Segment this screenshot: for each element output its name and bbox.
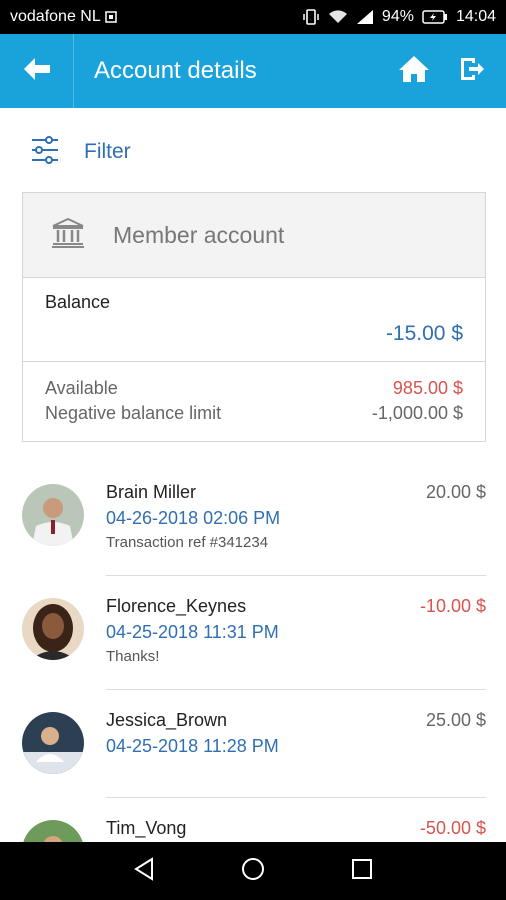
nav-back-button[interactable] <box>124 851 164 891</box>
transaction-row[interactable]: Florence_Keynes 04-25-2018 11:31 PM Than… <box>0 576 506 690</box>
triangle-back-icon <box>133 856 155 886</box>
transaction-row[interactable]: Brain Miller 04-26-2018 02:06 PM Transac… <box>0 462 506 576</box>
logout-button[interactable] <box>452 51 492 91</box>
wifi-icon <box>328 9 348 25</box>
transaction-name: Florence_Keynes <box>106 596 247 616</box>
signal-icon <box>356 9 374 25</box>
nav-home-button[interactable] <box>233 851 273 891</box>
home-button[interactable] <box>394 51 434 91</box>
account-header: Member account <box>23 193 485 278</box>
arrow-left-icon <box>22 56 52 87</box>
transaction-date: 04-25-2018 11:31 PM <box>106 622 279 642</box>
carrier-label: vodafone NL <box>10 8 101 25</box>
avatar <box>22 484 84 546</box>
available-label: Available <box>45 378 118 398</box>
transaction-amount: -10.00 $ <box>419 596 486 616</box>
avatar <box>22 598 84 660</box>
avatar <box>22 712 84 774</box>
app-bar: Account details <box>0 34 506 108</box>
battery-percent: 94% <box>381 8 414 25</box>
limit-label: Negative balance limit <box>45 403 222 423</box>
transaction-row[interactable]: Jessica_Brown 04-25-2018 11:28 PM 25.00 … <box>0 690 506 798</box>
circle-home-icon <box>240 856 266 887</box>
nav-recents-button[interactable] <box>342 851 382 891</box>
transaction-date: 04-26-2018 02:06 PM <box>106 508 281 528</box>
logout-icon <box>458 55 486 88</box>
home-icon <box>397 54 431 89</box>
transaction-date: 04-25-2018 11:28 PM <box>106 736 279 756</box>
available-value: 985.00 $ <box>392 378 463 398</box>
clock: 14:04 <box>455 8 496 25</box>
square-recents-icon <box>351 858 373 885</box>
limit-value: -1,000.00 $ <box>371 403 463 423</box>
balance-section: Balance -15.00 $ <box>23 278 485 362</box>
transaction-name: Jessica_Brown <box>106 710 228 730</box>
battery-icon <box>422 10 448 24</box>
sliders-icon <box>30 135 60 169</box>
page-title: Account details <box>94 57 257 84</box>
filter-button[interactable]: Filter <box>30 134 131 170</box>
filter-label: Filter <box>84 140 131 163</box>
transaction-amount: 20.00 $ <box>425 482 486 502</box>
status-bar: vodafone NL 94% 14:04 <box>0 0 506 34</box>
transaction-amount: -50.00 $ <box>419 818 486 838</box>
sim-icon <box>104 10 119 24</box>
limits-section: Available 985.00 $ Negative balance limi… <box>23 362 485 426</box>
balance-value: -15.00 $ <box>385 322 463 345</box>
account-card: Member account Balance -15.00 $ Availabl… <box>22 192 486 442</box>
transaction-description: Transaction ref #341234 <box>106 534 269 551</box>
transaction-list: Brain Miller 04-26-2018 02:06 PM Transac… <box>0 462 506 900</box>
balance-label: Balance <box>45 292 111 312</box>
back-button[interactable] <box>0 34 74 108</box>
system-navigation-bar <box>0 842 506 900</box>
transaction-name: Tim_Vong <box>106 818 187 838</box>
transaction-description: Thanks! <box>106 648 160 665</box>
account-name: Member account <box>113 221 285 248</box>
transaction-amount: 25.00 $ <box>425 710 486 730</box>
transaction-name: Brain Miller <box>106 482 197 502</box>
bank-icon <box>51 217 85 253</box>
vibrate-icon <box>302 8 320 26</box>
